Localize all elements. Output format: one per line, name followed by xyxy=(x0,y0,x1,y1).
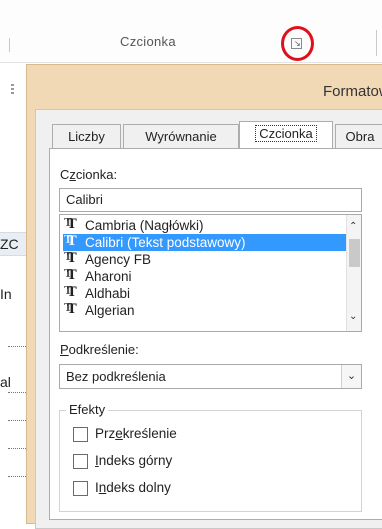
underline-value: Bez podkreślenia xyxy=(66,369,166,384)
worksheet-text: ZC xyxy=(0,236,19,252)
truetype-icon: TT xyxy=(64,301,77,317)
truetype-icon: TT xyxy=(64,216,77,232)
subscript-checkbox[interactable] xyxy=(73,481,88,496)
chevron-down-icon[interactable]: ⌄ xyxy=(349,311,357,322)
cell-border xyxy=(8,420,26,421)
tab-label: Liczby xyxy=(68,129,105,144)
font-list-item-selected[interactable]: TT Calibri (Tekst podstawowy) xyxy=(63,233,347,251)
strikethrough-checkbox[interactable] xyxy=(73,427,88,442)
truetype-icon: TT xyxy=(64,233,77,249)
tab-czcionka[interactable]: Czcionka xyxy=(239,121,333,148)
tab-label: Obra xyxy=(345,129,375,144)
tab-label: Wyrównanie xyxy=(145,129,217,144)
grip-handle-icon xyxy=(11,84,14,96)
worksheet-text: In xyxy=(0,286,12,302)
cell-border xyxy=(8,448,26,449)
ribbon-separator xyxy=(9,38,10,52)
ribbon-separator xyxy=(376,30,377,56)
chevron-down-icon[interactable]: ⌄ xyxy=(341,365,361,388)
subscript-label: Indeks dolny xyxy=(95,480,171,495)
font-list-item[interactable]: TT Cambria (Nagłówki) xyxy=(63,216,347,234)
font-list-item[interactable]: TT Agency FB xyxy=(63,250,347,268)
font-name-input[interactable]: Calibri xyxy=(59,188,362,212)
ribbon-group-label: Czcionka xyxy=(120,34,176,49)
chevron-up-icon[interactable]: ⌃ xyxy=(349,221,357,232)
ribbon-font-group: Czcionka ↘ xyxy=(0,0,382,63)
tab-obramowanie[interactable]: Obra xyxy=(335,124,382,148)
scrollbar-thumb[interactable] xyxy=(349,239,360,267)
tab-label: Czcionka xyxy=(255,125,317,142)
underline-label: Podkreślenie: xyxy=(60,342,139,357)
tab-liczby[interactable]: Liczby xyxy=(52,124,121,148)
cell-border xyxy=(8,476,26,477)
cell-border xyxy=(8,346,26,347)
cell-border xyxy=(8,392,26,393)
underline-select[interactable]: Bez podkreślenia ⌄ xyxy=(59,364,362,389)
font-list[interactable]: TT Cambria (Nagłówki) TT Calibri (Tekst … xyxy=(59,214,362,332)
strikethrough-label: Przekreślenie xyxy=(95,426,177,441)
truetype-icon: TT xyxy=(64,267,77,283)
superscript-label: Indeks górny xyxy=(95,453,173,468)
highlight-circle xyxy=(281,26,314,61)
worksheet-text: al xyxy=(0,374,11,390)
font-list-item[interactable]: TT Algerian xyxy=(63,301,347,319)
truetype-icon: TT xyxy=(64,284,77,300)
dialog-title: Formatow xyxy=(323,83,382,100)
font-list-item[interactable]: TT Aldhabi xyxy=(63,284,347,302)
font-list-scrollbar[interactable]: ⌃ ⌄ xyxy=(346,215,361,331)
truetype-icon: TT xyxy=(64,250,77,266)
superscript-checkbox[interactable] xyxy=(73,454,88,469)
font-list-item[interactable]: TT Aharoni xyxy=(63,267,347,285)
font-label: Czcionka: xyxy=(60,167,118,182)
tab-wyrownanie[interactable]: Wyrównanie xyxy=(123,124,239,148)
effects-legend: Efekty xyxy=(66,402,109,417)
